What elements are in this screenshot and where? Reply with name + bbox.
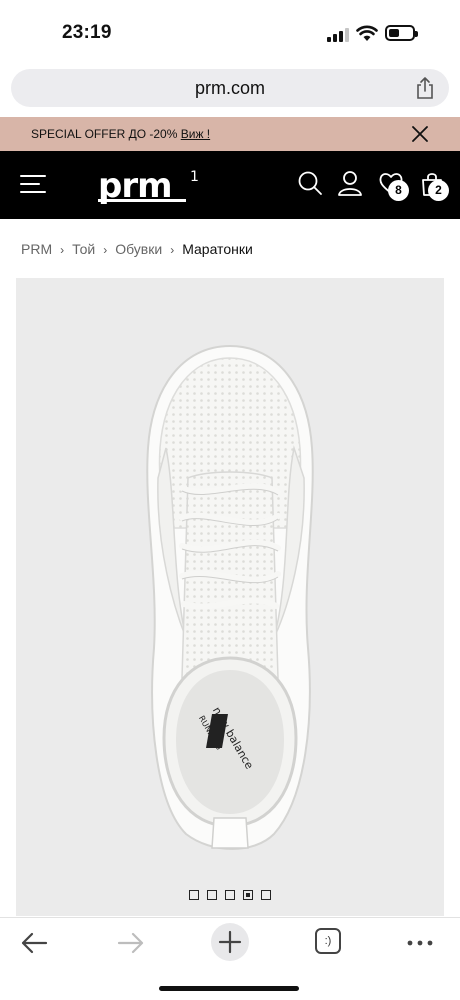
gallery-dot[interactable] [261,890,271,900]
gallery-dot[interactable] [189,890,199,900]
url-text[interactable]: prm.com [11,78,449,99]
breadcrumb-current: Маратонки [182,241,253,257]
forward-arrow-icon[interactable] [113,927,149,959]
tabs-button[interactable]: :) [315,928,341,954]
site-logo[interactable]: prm 1 [96,165,202,207]
wifi-icon [356,25,378,41]
svg-text:1: 1 [190,169,199,185]
share-icon[interactable] [415,76,435,100]
home-indicator [159,986,299,991]
promo-text: SPECIAL OFFER ДО -20% Виж ! [31,127,210,141]
user-icon[interactable] [337,170,363,198]
back-arrow-icon[interactable] [16,927,52,959]
site-header: prm 1 8 2 [0,151,460,219]
menu-icon[interactable] [20,173,46,195]
plus-icon [218,930,242,954]
chevron-right-icon: › [103,243,108,257]
gallery-pagination [16,890,444,900]
cart-badge: 2 [428,180,449,201]
cellular-signal-icon [327,28,349,42]
more-options-icon[interactable] [402,927,438,959]
close-icon[interactable] [410,124,430,144]
breadcrumb-item[interactable]: Обувки [115,241,162,257]
breadcrumb-item[interactable]: Той [72,241,95,257]
search-icon[interactable] [297,170,323,198]
gallery-dot-active[interactable] [243,890,253,900]
promo-banner: SPECIAL OFFER ДО -20% Виж ! [0,117,460,151]
product-image-gallery[interactable]: new balance RUNNING [16,278,444,916]
favorites-badge: 8 [388,180,409,201]
breadcrumb: PRM › Той › Обувки › Маратонки [21,241,253,257]
breadcrumb-item[interactable]: PRM [21,241,52,257]
promo-link[interactable]: Виж ! [181,127,210,141]
sneaker-image: new balance RUNNING [146,344,314,850]
new-tab-button[interactable] [211,923,249,961]
chevron-right-icon: › [170,243,175,257]
gallery-dot[interactable] [207,890,217,900]
status-bar: 23:19 [0,0,460,62]
gallery-dot[interactable] [225,890,235,900]
battery-icon [385,25,418,41]
chevron-right-icon: › [60,243,65,257]
promo-message: SPECIAL OFFER ДО -20% [31,127,178,141]
address-bar[interactable]: prm.com [11,69,449,107]
status-time: 23:19 [62,22,112,43]
